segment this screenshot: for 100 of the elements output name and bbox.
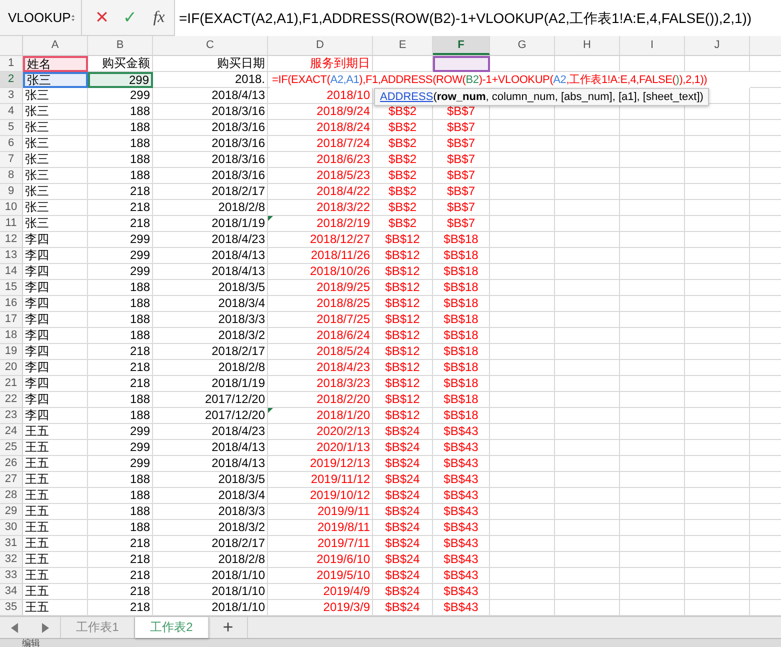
formula-field[interactable]: =IF(EXACT(A2,A1),F1,ADDRESS(ROW(B2)-1+VLOOKUP(A2,工作表1!A:E,4,FALSE()),2,1))	[174, 0, 781, 36]
table-cell: 2019/12/13	[268, 456, 373, 472]
table-cell: 188	[88, 392, 153, 408]
row-header[interactable]: 11	[0, 216, 23, 232]
row-header[interactable]: 33	[0, 568, 23, 584]
table-cell: $B$2	[373, 200, 433, 216]
row-header[interactable]: 2	[0, 72, 23, 88]
row-header[interactable]: 8	[0, 168, 23, 184]
table-cell: $B$43	[433, 552, 490, 568]
row-header[interactable]: 9	[0, 184, 23, 200]
table-cell: 2019/11/12	[268, 472, 373, 488]
table-cell: 218	[88, 184, 153, 200]
column-header[interactable]: J	[685, 36, 750, 55]
row-header[interactable]: 13	[0, 248, 23, 264]
table-cell: $B$2	[373, 216, 433, 232]
row-header[interactable]: 22	[0, 392, 23, 408]
table-cell: $B$12	[373, 296, 433, 312]
table-cell: $B$12	[373, 264, 433, 280]
sheet-tab[interactable]: 工作表2	[135, 617, 209, 638]
row-header[interactable]: 27	[0, 472, 23, 488]
row-header[interactable]: 20	[0, 360, 23, 376]
column-header[interactable]: C	[153, 36, 268, 55]
table-cell: 2018/6/24	[268, 328, 373, 344]
row-header[interactable]: 35	[0, 600, 23, 616]
table-cell: 2018/3/3	[153, 504, 268, 520]
table-cell: 2018/1/19	[153, 376, 268, 392]
table-cell: 2018/2/8	[153, 200, 268, 216]
table-cell: 188	[88, 136, 153, 152]
column-header[interactable]: D	[268, 36, 373, 55]
insert-function-button[interactable]: fx	[144, 8, 174, 26]
table-cell: $B$24	[373, 536, 433, 552]
table-cell: $B$43	[433, 520, 490, 536]
row-header[interactable]: 4	[0, 104, 23, 120]
row-header[interactable]: 32	[0, 552, 23, 568]
row-header[interactable]: 24	[0, 424, 23, 440]
table-cell: 2018/3/22	[268, 200, 373, 216]
column-header[interactable]: G	[490, 36, 555, 55]
table-cell: $B$43	[433, 536, 490, 552]
cancel-button[interactable]: ✕	[88, 8, 116, 28]
column-header[interactable]: H	[555, 36, 620, 55]
row-header[interactable]: 17	[0, 312, 23, 328]
table-cell: $B$12	[373, 280, 433, 296]
row-header[interactable]: 6	[0, 136, 23, 152]
table-cell: 张三	[23, 200, 88, 216]
column-header[interactable]: F	[433, 36, 490, 55]
table-cell: $B$24	[373, 472, 433, 488]
row-header[interactable]: 3	[0, 88, 23, 104]
table-cell: 2018/4/13	[153, 248, 268, 264]
row-header[interactable]: 34	[0, 584, 23, 600]
row-header[interactable]: 29	[0, 504, 23, 520]
row-header[interactable]: 10	[0, 200, 23, 216]
table-cell: 2019/9/11	[268, 504, 373, 520]
row-header[interactable]: 14	[0, 264, 23, 280]
row-header[interactable]: 7	[0, 152, 23, 168]
table-cell: 299	[88, 424, 153, 440]
table-cell: 王五	[23, 424, 88, 440]
table-cell: 王五	[23, 536, 88, 552]
column-header[interactable]: B	[88, 36, 153, 55]
row-header[interactable]: 26	[0, 456, 23, 472]
function-link[interactable]: ADDRESS	[380, 89, 434, 105]
table-cell: 2018/4/13	[153, 440, 268, 456]
row-header[interactable]: 5	[0, 120, 23, 136]
column-header[interactable]: I	[620, 36, 685, 55]
table-cell: $B$43	[433, 568, 490, 584]
table-cell: 王五	[23, 472, 88, 488]
table-cell: $B$18	[433, 376, 490, 392]
row-header[interactable]: 21	[0, 376, 23, 392]
row-header[interactable]: 25	[0, 440, 23, 456]
row-header[interactable]: 16	[0, 296, 23, 312]
table-cell: $B$12	[373, 344, 433, 360]
table-cell: 2018/3/5	[153, 472, 268, 488]
row-header[interactable]: 31	[0, 536, 23, 552]
row-header[interactable]: 18	[0, 328, 23, 344]
row-header[interactable]: 28	[0, 488, 23, 504]
table-cell: 299	[88, 264, 153, 280]
table-cell: $B$2	[373, 168, 433, 184]
cell-editor[interactable]: =IF(EXACT(A2,A1),F1,ADDRESS(ROW(B2)-1+VLOOKUP(A2,工作表1!A:E,4,FALSE()),2,1))	[270, 72, 750, 88]
table-cell: 李四	[23, 392, 88, 408]
row-header[interactable]: 23	[0, 408, 23, 424]
table-cell: $B$18	[433, 280, 490, 296]
table-cell: 2018/2/17	[153, 344, 268, 360]
table-cell: 188	[88, 472, 153, 488]
column-header[interactable]: A	[23, 36, 88, 55]
table-cell: 2018/8/25	[268, 296, 373, 312]
table-cell: 李四	[23, 232, 88, 248]
table-cell: 购买金额	[88, 56, 153, 72]
table-cell: 218	[88, 344, 153, 360]
row-header[interactable]: 15	[0, 280, 23, 296]
table-cell: $B$12	[373, 408, 433, 424]
table-cell: 299	[88, 88, 153, 104]
table-cell: $B$2	[373, 120, 433, 136]
status-text: 编辑	[0, 638, 781, 647]
table-cell: 2019/5/10	[268, 568, 373, 584]
row-header[interactable]: 19	[0, 344, 23, 360]
table-cell: $B$43	[433, 584, 490, 600]
row-header[interactable]: 1	[0, 56, 23, 72]
table-cell: 188	[88, 488, 153, 504]
row-header[interactable]: 30	[0, 520, 23, 536]
table-cell: 李四	[23, 408, 88, 424]
row-header[interactable]: 12	[0, 232, 23, 248]
